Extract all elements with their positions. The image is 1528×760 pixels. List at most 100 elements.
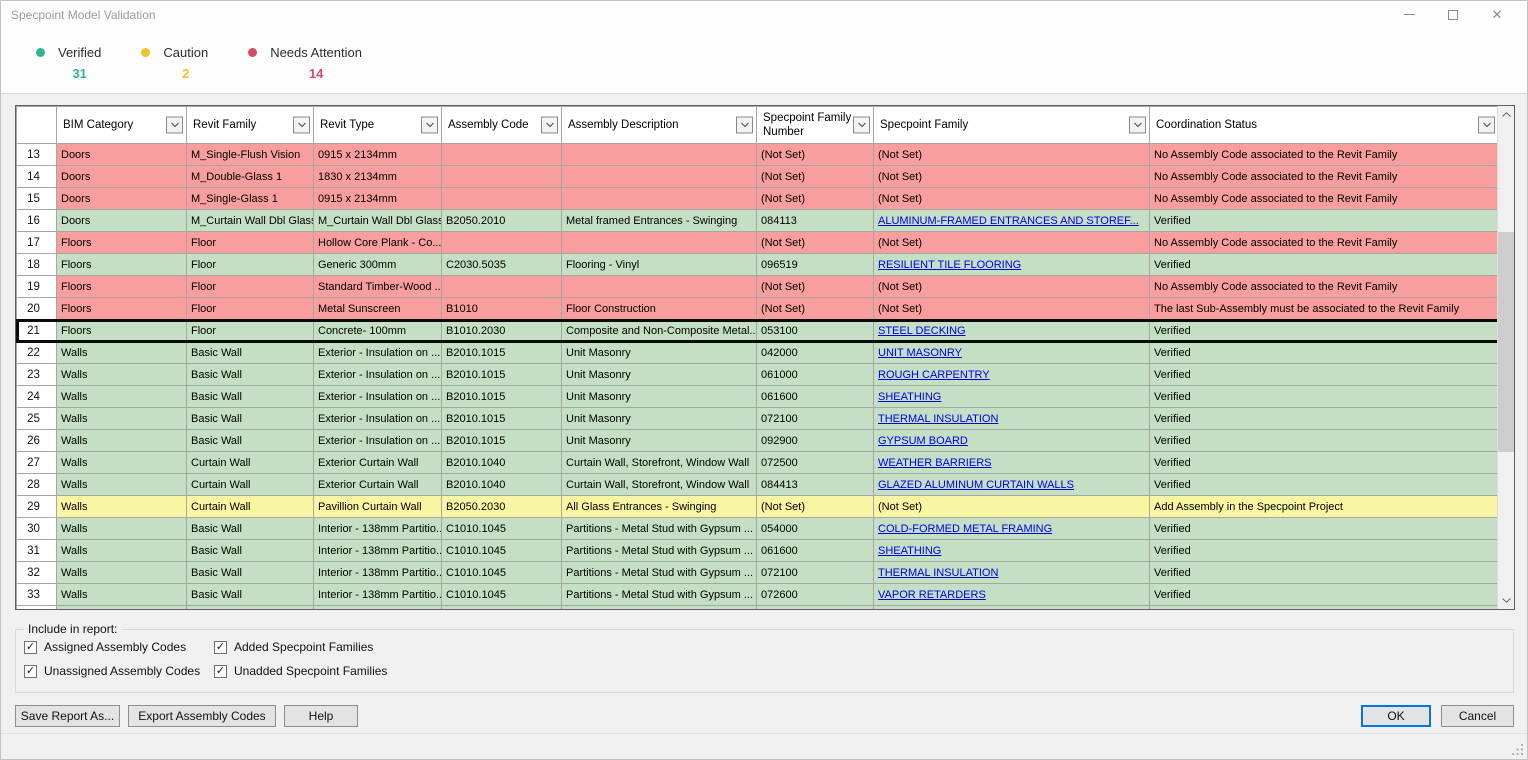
save-report-as-button[interactable]: Save Report As... bbox=[15, 705, 120, 727]
table-row[interactable]: 30WallsBasic WallInterior - 138mm Partit… bbox=[17, 518, 1499, 540]
column-filter-button[interactable] bbox=[541, 117, 558, 134]
cancel-button[interactable]: Cancel bbox=[1441, 705, 1514, 727]
vertical-scrollbar[interactable] bbox=[1497, 106, 1514, 609]
cell-coordination-status: Verified bbox=[1150, 320, 1499, 342]
checkbox-added-specpoint-families[interactable]: ✓ Added Specpoint Families bbox=[214, 640, 373, 654]
table-row[interactable]: 23WallsBasic WallExterior - Insulation o… bbox=[17, 364, 1499, 386]
cell-bim-category: Doors bbox=[57, 166, 187, 188]
export-assembly-codes-button[interactable]: Export Assembly Codes bbox=[128, 705, 276, 727]
needs-attention-dot-icon bbox=[248, 48, 257, 57]
table-row[interactable]: 34WallsBasic WallInterior - 138mm Partit… bbox=[17, 606, 1499, 611]
scroll-up-button[interactable] bbox=[1498, 106, 1515, 123]
help-button[interactable]: Help bbox=[284, 705, 358, 727]
cell-revit-family: Basic Wall bbox=[187, 518, 314, 540]
column-filter-button[interactable] bbox=[853, 117, 870, 134]
specpoint-family-link[interactable]: SHEATHING bbox=[878, 545, 941, 557]
cell-revit-type: 0915 x 2134mm bbox=[314, 144, 442, 166]
column-filter-button[interactable] bbox=[1129, 117, 1146, 134]
ok-button[interactable]: OK bbox=[1361, 705, 1431, 727]
specpoint-family-link[interactable]: VAPOR RETARDERS bbox=[878, 589, 986, 601]
checkbox-unadded-specpoint-families[interactable]: ✓ Unadded Specpoint Families bbox=[214, 664, 387, 678]
checkbox-unassigned-assembly-codes[interactable]: ✓ Unassigned Assembly Codes bbox=[24, 664, 200, 678]
cell-specpoint-family-number: 092900 bbox=[757, 430, 874, 452]
specpoint-family-link[interactable]: ALUMINUM-FRAMED ENTRANCES AND STOREF... bbox=[878, 215, 1139, 227]
scrollbar-thumb[interactable] bbox=[1498, 232, 1515, 452]
table-row[interactable]: 18FloorsFloorGeneric 300mmC2030.5035Floo… bbox=[17, 254, 1499, 276]
column-header-label: Coordination Status bbox=[1156, 119, 1257, 131]
checkbox-label: Added Specpoint Families bbox=[234, 640, 373, 654]
cell-assembly-code: B2010.1040 bbox=[442, 452, 562, 474]
row-number: 28 bbox=[17, 474, 57, 496]
column-filter-button[interactable] bbox=[1478, 117, 1495, 134]
specpoint-family-link[interactable]: WEATHER BARRIERS bbox=[878, 457, 991, 469]
column-header-label: Specpoint Family Number bbox=[763, 112, 851, 138]
table-row[interactable]: 19FloorsFloorStandard Timber-Wood ...(No… bbox=[17, 276, 1499, 298]
specpoint-family-link[interactable]: UNIT MASONRY bbox=[878, 347, 962, 359]
column-filter-button[interactable] bbox=[293, 117, 310, 134]
verified-count: 31 bbox=[58, 66, 101, 81]
caution-dot-icon bbox=[141, 48, 150, 57]
column-filter-button[interactable] bbox=[421, 117, 438, 134]
cell-assembly-description bbox=[562, 232, 757, 254]
cell-revit-type: Interior - 138mm Partitio... bbox=[314, 606, 442, 611]
table-row[interactable]: 26WallsBasic WallExterior - Insulation o… bbox=[17, 430, 1499, 452]
cell-specpoint-family: GYPSUM BOARD bbox=[874, 430, 1150, 452]
table-row[interactable]: 28WallsCurtain WallExterior Curtain Wall… bbox=[17, 474, 1499, 496]
table-row[interactable]: 29WallsCurtain WallPavillion Curtain Wal… bbox=[17, 496, 1499, 518]
cell-bim-category: Doors bbox=[57, 210, 187, 232]
cell-assembly-description: Composite and Non-Composite Metal... bbox=[562, 320, 757, 342]
cell-revit-family: Basic Wall bbox=[187, 364, 314, 386]
cell-assembly-description: Flooring - Vinyl bbox=[562, 254, 757, 276]
resize-grip-icon[interactable] bbox=[1511, 743, 1524, 756]
column-filter-button[interactable] bbox=[736, 117, 753, 134]
scroll-down-button[interactable] bbox=[1498, 592, 1515, 609]
close-button[interactable]: ✕ bbox=[1475, 1, 1519, 28]
specpoint-family-link[interactable]: STEEL DECKING bbox=[878, 325, 966, 337]
cell-specpoint-family: ROUGH CARPENTRY bbox=[874, 364, 1150, 386]
specpoint-family-link[interactable]: GLAZED ALUMINUM CURTAIN WALLS bbox=[878, 479, 1074, 491]
table-row[interactable]: 20FloorsFloorMetal SunscreenB1010Floor C… bbox=[17, 298, 1499, 320]
cell-bim-category: Walls bbox=[57, 496, 187, 518]
cell-bim-category: Floors bbox=[57, 276, 187, 298]
cell-coordination-status: No Assembly Code associated to the Revit… bbox=[1150, 276, 1499, 298]
maximize-button[interactable] bbox=[1431, 1, 1475, 28]
checkbox-assigned-assembly-codes[interactable]: ✓ Assigned Assembly Codes bbox=[24, 640, 186, 654]
cell-assembly-code bbox=[442, 166, 562, 188]
table-row[interactable]: 24WallsBasic WallExterior - Insulation o… bbox=[17, 386, 1499, 408]
cell-assembly-code: B2010.1040 bbox=[442, 474, 562, 496]
cell-assembly-description: Curtain Wall, Storefront, Window Wall bbox=[562, 452, 757, 474]
cell-specpoint-family: SHEATHING bbox=[874, 540, 1150, 562]
cell-revit-family: Basic Wall bbox=[187, 408, 314, 430]
specpoint-family-link[interactable]: COLD-FORMED METAL FRAMING bbox=[878, 523, 1052, 535]
column-header-label: Revit Type bbox=[320, 119, 374, 131]
table-row[interactable]: 22WallsBasic WallExterior - Insulation o… bbox=[17, 342, 1499, 364]
specpoint-family-link[interactable]: ROUGH CARPENTRY bbox=[878, 369, 990, 381]
specpoint-family-link[interactable]: RESILIENT TILE FLOORING bbox=[878, 259, 1021, 271]
table-row[interactable]: 21FloorsFloorConcrete- 100mmB1010.2030Co… bbox=[17, 320, 1499, 342]
cell-specpoint-family-number: (Not Set) bbox=[757, 166, 874, 188]
table-row[interactable]: 33WallsBasic WallInterior - 138mm Partit… bbox=[17, 584, 1499, 606]
table-row[interactable]: 25WallsBasic WallExterior - Insulation o… bbox=[17, 408, 1499, 430]
close-icon: ✕ bbox=[1492, 7, 1503, 23]
table-row[interactable]: 15DoorsM_Single-Glass 10915 x 2134mm(Not… bbox=[17, 188, 1499, 210]
specpoint-family-link[interactable]: SHEATHING bbox=[878, 391, 941, 403]
cell-revit-type: Standard Timber-Wood ... bbox=[314, 276, 442, 298]
minimize-button[interactable] bbox=[1387, 1, 1431, 28]
cell-assembly-code: C1010.1045 bbox=[442, 540, 562, 562]
chevron-down-icon bbox=[1502, 598, 1511, 603]
table-row[interactable]: 32WallsBasic WallInterior - 138mm Partit… bbox=[17, 562, 1499, 584]
table-row[interactable]: 31WallsBasic WallInterior - 138mm Partit… bbox=[17, 540, 1499, 562]
table-row[interactable]: 14DoorsM_Double-Glass 11830 x 2134mm(Not… bbox=[17, 166, 1499, 188]
table-row[interactable]: 17FloorsFloorHollow Core Plank - Co...(N… bbox=[17, 232, 1499, 254]
table-row[interactable]: 16DoorsM_Curtain Wall Dbl GlassM_Curtain… bbox=[17, 210, 1499, 232]
cell-assembly-description: Partitions - Metal Stud with Gypsum ... bbox=[562, 584, 757, 606]
chevron-down-icon bbox=[426, 123, 434, 128]
legend-label: Needs Attention bbox=[270, 45, 362, 60]
table-row[interactable]: 27WallsCurtain WallExterior Curtain Wall… bbox=[17, 452, 1499, 474]
column-filter-button[interactable] bbox=[166, 117, 183, 134]
table-row[interactable]: 13DoorsM_Single-Flush Vision0915 x 2134m… bbox=[17, 144, 1499, 166]
specpoint-family-link[interactable]: GYPSUM BOARD bbox=[878, 435, 968, 447]
cell-assembly-description: Floor Construction bbox=[562, 298, 757, 320]
specpoint-family-link[interactable]: THERMAL INSULATION bbox=[878, 567, 998, 579]
specpoint-family-link[interactable]: THERMAL INSULATION bbox=[878, 413, 998, 425]
